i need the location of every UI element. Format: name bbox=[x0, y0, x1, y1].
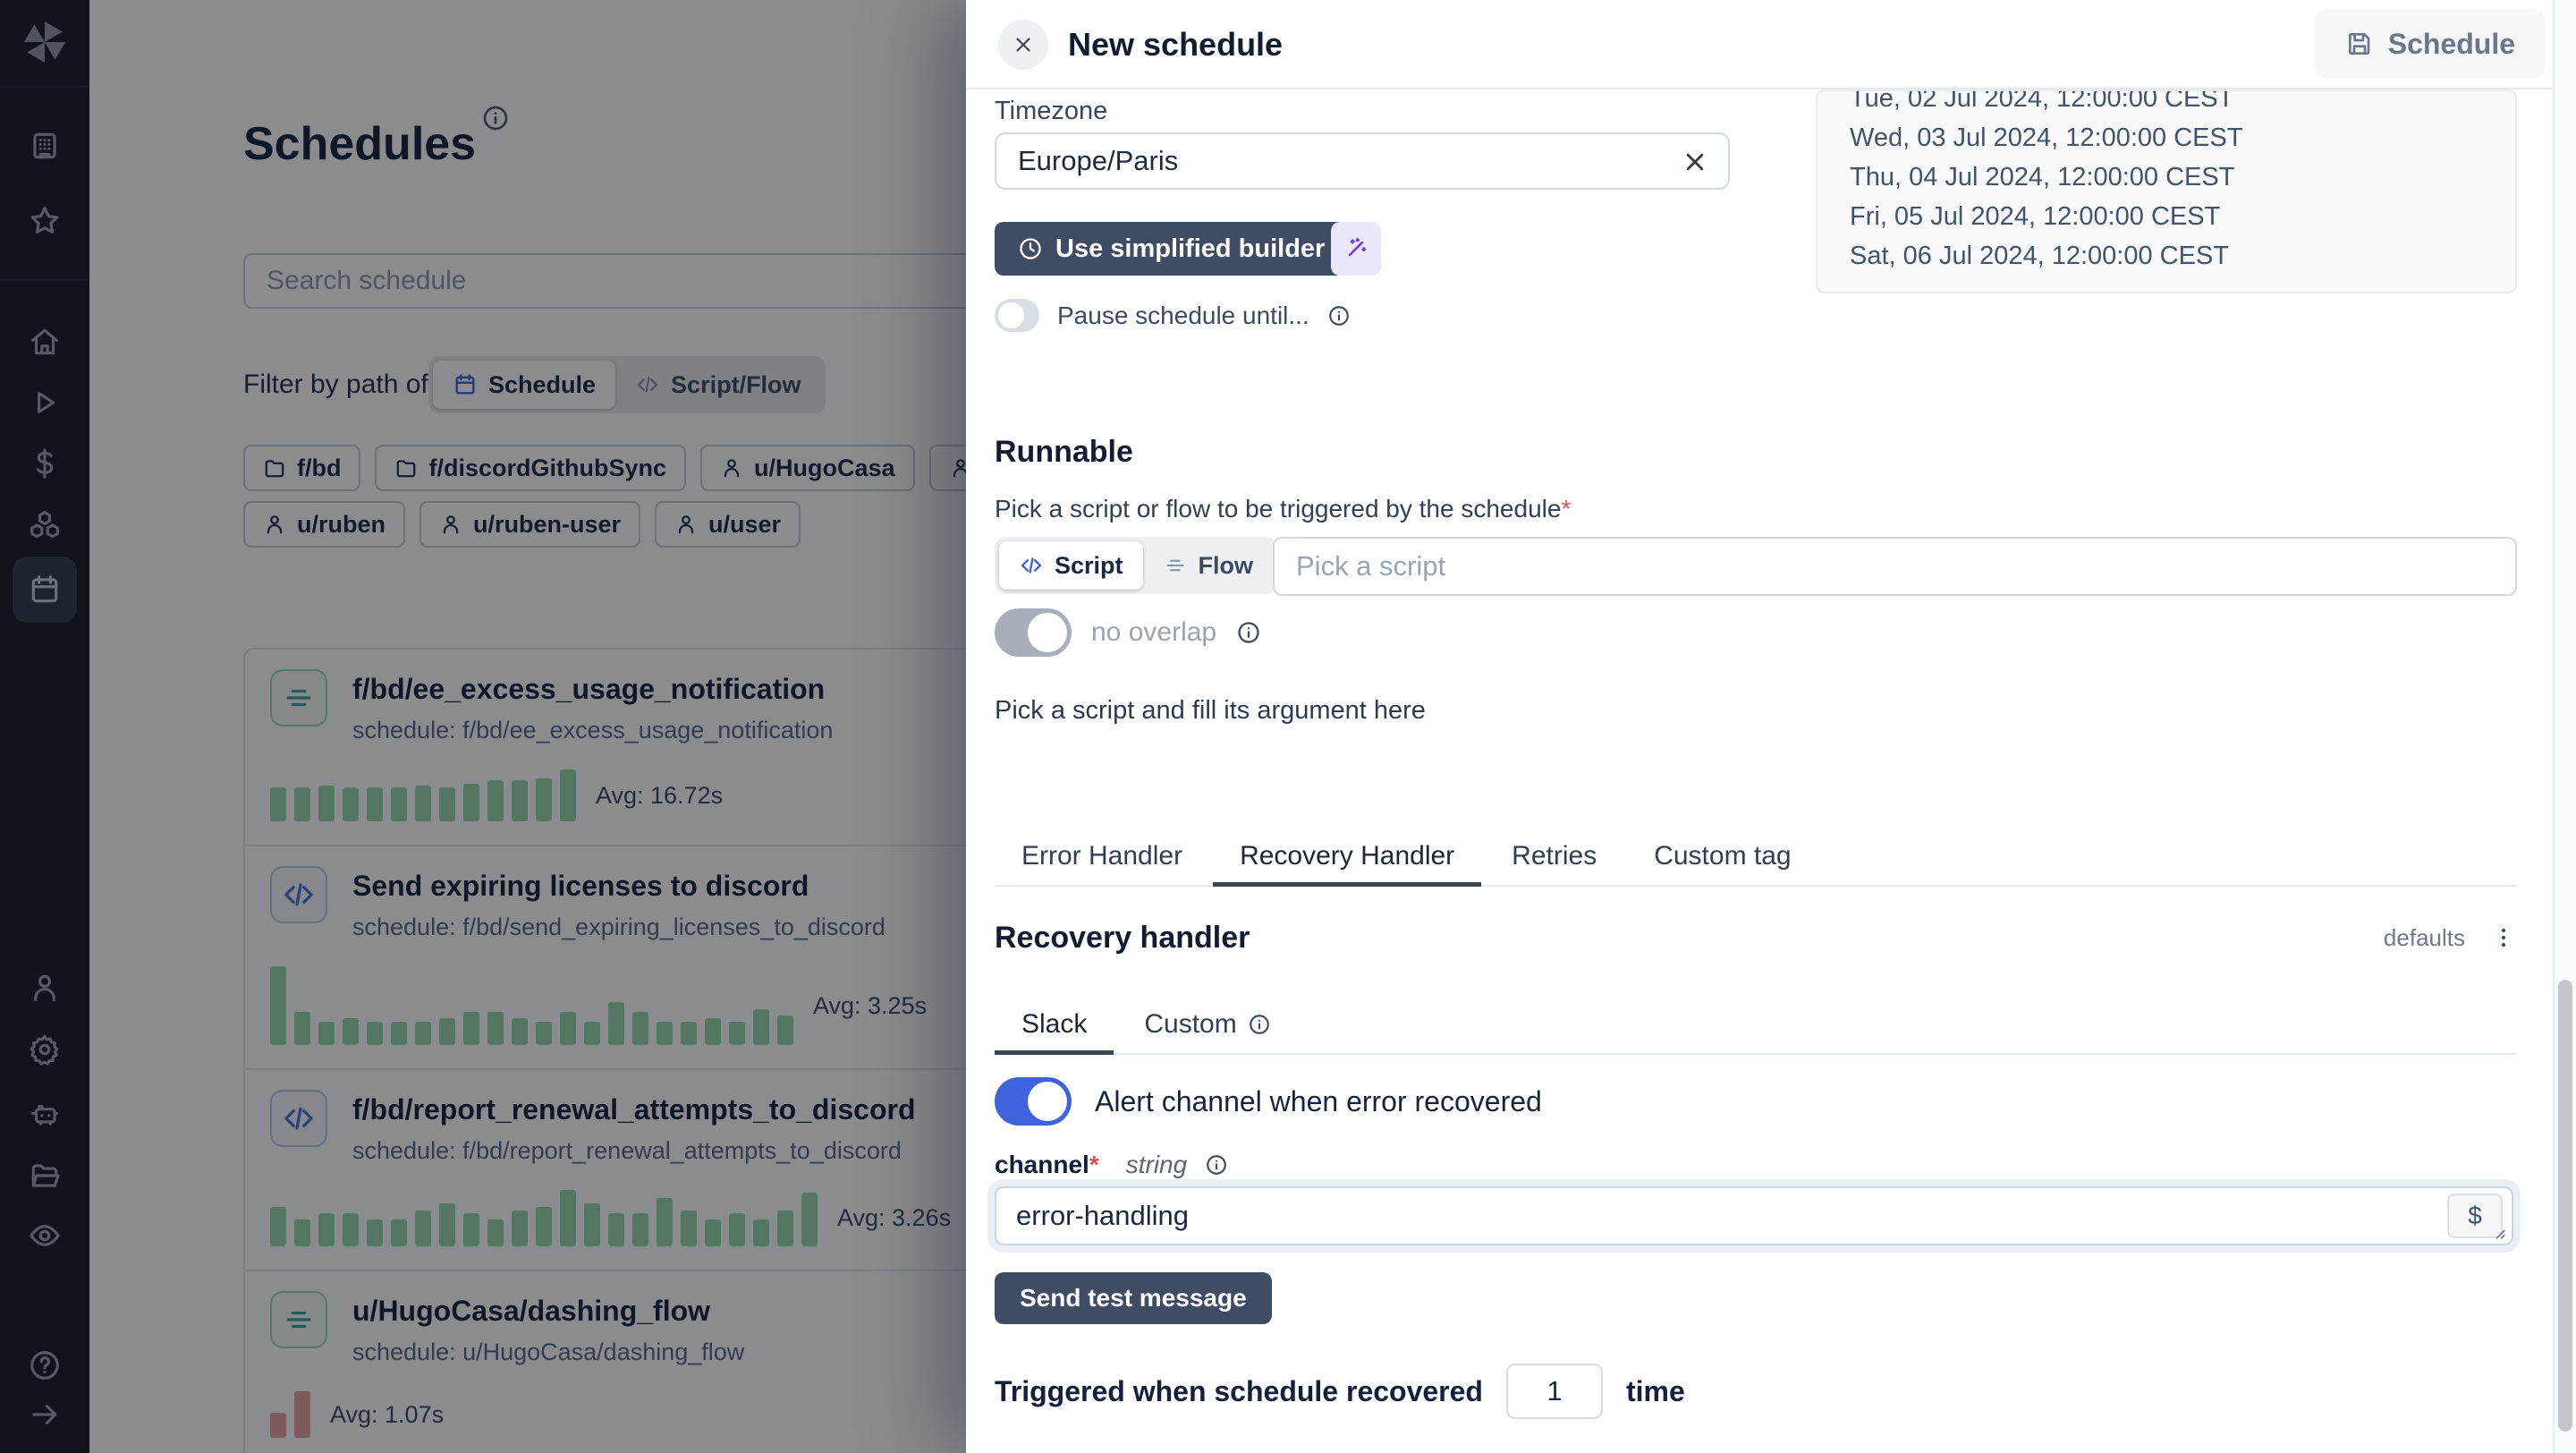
drawer-scrollbar[interactable] bbox=[2553, 0, 2576, 1453]
runnable-option-flow[interactable]: Flow bbox=[1143, 541, 1274, 590]
defaults-label: defaults bbox=[2384, 924, 2465, 952]
tab-recovery-handler[interactable]: Recovery Handler bbox=[1213, 830, 1481, 887]
send-test-message-button[interactable]: Send test message bbox=[995, 1272, 1272, 1324]
ai-wand-button[interactable] bbox=[1331, 222, 1381, 276]
alert-channel-row: Alert channel when error recovered bbox=[995, 1077, 1542, 1126]
channel-field-name: channel* bbox=[995, 1151, 1099, 1179]
pause-schedule-row: Pause schedule until... bbox=[995, 299, 1351, 332]
new-schedule-drawer: New schedule Schedule Timezone Europe/Pa… bbox=[966, 0, 2576, 1453]
next-run-entry: Tue, 02 Jul 2024, 12:00:00 CEST bbox=[1850, 89, 2515, 118]
subtab-slack[interactable]: Slack bbox=[995, 998, 1114, 1055]
script-icon bbox=[1019, 553, 1044, 578]
subtab-custom[interactable]: Custom bbox=[1117, 998, 1297, 1055]
recovery-subtabs: SlackCustom bbox=[995, 998, 2517, 1055]
save-icon bbox=[2345, 30, 2374, 58]
recovery-handler-row: Recovery handler defaults bbox=[995, 920, 2517, 956]
runnable-heading: Runnable bbox=[995, 435, 1133, 470]
kebab-menu-icon[interactable] bbox=[2490, 920, 2517, 956]
use-simplified-builder-button[interactable]: Use simplified builder bbox=[995, 222, 1348, 276]
info-icon[interactable] bbox=[1236, 620, 1261, 645]
next-runs-card: Tue, 02 Jul 2024, 12:00:00 CESTWed, 03 J… bbox=[1816, 89, 2517, 293]
tab-retries[interactable]: Retries bbox=[1485, 830, 1623, 887]
timezone-input[interactable]: Europe/Paris bbox=[995, 132, 1730, 190]
runnable-option-script[interactable]: Script bbox=[999, 541, 1143, 590]
next-run-entry: Thu, 04 Jul 2024, 12:00:00 CEST bbox=[1850, 157, 2515, 197]
next-run-entry: Wed, 03 Jul 2024, 12:00:00 CEST bbox=[1850, 118, 2515, 157]
triggered-prefix: Triggered when schedule recovered bbox=[995, 1375, 1483, 1408]
info-icon[interactable] bbox=[1327, 304, 1351, 327]
channel-field-row: channel* string bbox=[995, 1151, 1228, 1179]
no-overlap-row: no overlap bbox=[995, 608, 1261, 657]
clock-icon bbox=[1018, 236, 1043, 261]
info-icon[interactable] bbox=[1248, 1013, 1271, 1036]
close-button[interactable] bbox=[998, 20, 1048, 70]
channel-input[interactable]: error-handling $ bbox=[995, 1186, 2513, 1245]
runnable-hint: Pick a script and fill its argument here bbox=[995, 696, 1426, 726]
pause-schedule-label: Pause schedule until... bbox=[1057, 302, 1309, 330]
no-overlap-toggle[interactable] bbox=[995, 608, 1072, 657]
drawer-header: New schedule Schedule bbox=[966, 0, 2576, 89]
runnable-pick-label: Pick a script or flow to be triggered by… bbox=[995, 495, 1571, 523]
no-overlap-label: no overlap bbox=[1091, 617, 1216, 648]
modal-overlay[interactable] bbox=[0, 0, 966, 1453]
flow-icon bbox=[1163, 553, 1188, 578]
info-icon[interactable] bbox=[1205, 1153, 1228, 1177]
tab-error-handler[interactable]: Error Handler bbox=[995, 830, 1209, 887]
next-run-entry: Fri, 05 Jul 2024, 12:00:00 CEST bbox=[1850, 197, 2515, 236]
pick-script-input[interactable] bbox=[1273, 537, 2517, 596]
pause-schedule-toggle[interactable] bbox=[995, 299, 1039, 332]
tab-custom-tag[interactable]: Custom tag bbox=[1627, 830, 1818, 887]
alert-channel-toggle[interactable] bbox=[995, 1077, 1072, 1126]
screen: Schedules Filter by path of ScheduleScri… bbox=[0, 0, 2576, 1453]
channel-field-type: string bbox=[1126, 1151, 1187, 1179]
triggered-suffix: time bbox=[1626, 1375, 1685, 1408]
next-run-entry: Sat, 06 Jul 2024, 12:00:00 CEST bbox=[1850, 236, 2515, 276]
schedule-save-button[interactable]: Schedule bbox=[2315, 9, 2546, 79]
required-asterisk: * bbox=[1561, 495, 1571, 523]
handler-tabs: Error HandlerRecovery HandlerRetriesCust… bbox=[995, 830, 2517, 887]
resize-handle-icon[interactable] bbox=[2490, 1224, 2508, 1242]
script-flow-toggle: ScriptFlow bbox=[995, 537, 1277, 594]
alert-channel-label: Alert channel when error recovered bbox=[1095, 1085, 1542, 1118]
drawer-title: New schedule bbox=[1068, 26, 1283, 64]
recovery-handler-heading: Recovery handler bbox=[995, 921, 1250, 956]
timezone-label: Timezone bbox=[995, 97, 1107, 126]
scrollbar-thumb[interactable] bbox=[2558, 980, 2572, 1432]
triggered-row: Triggered when schedule recovered time bbox=[995, 1364, 1685, 1419]
clear-icon[interactable] bbox=[1680, 147, 1710, 177]
triggered-count-input[interactable] bbox=[1506, 1364, 1603, 1419]
